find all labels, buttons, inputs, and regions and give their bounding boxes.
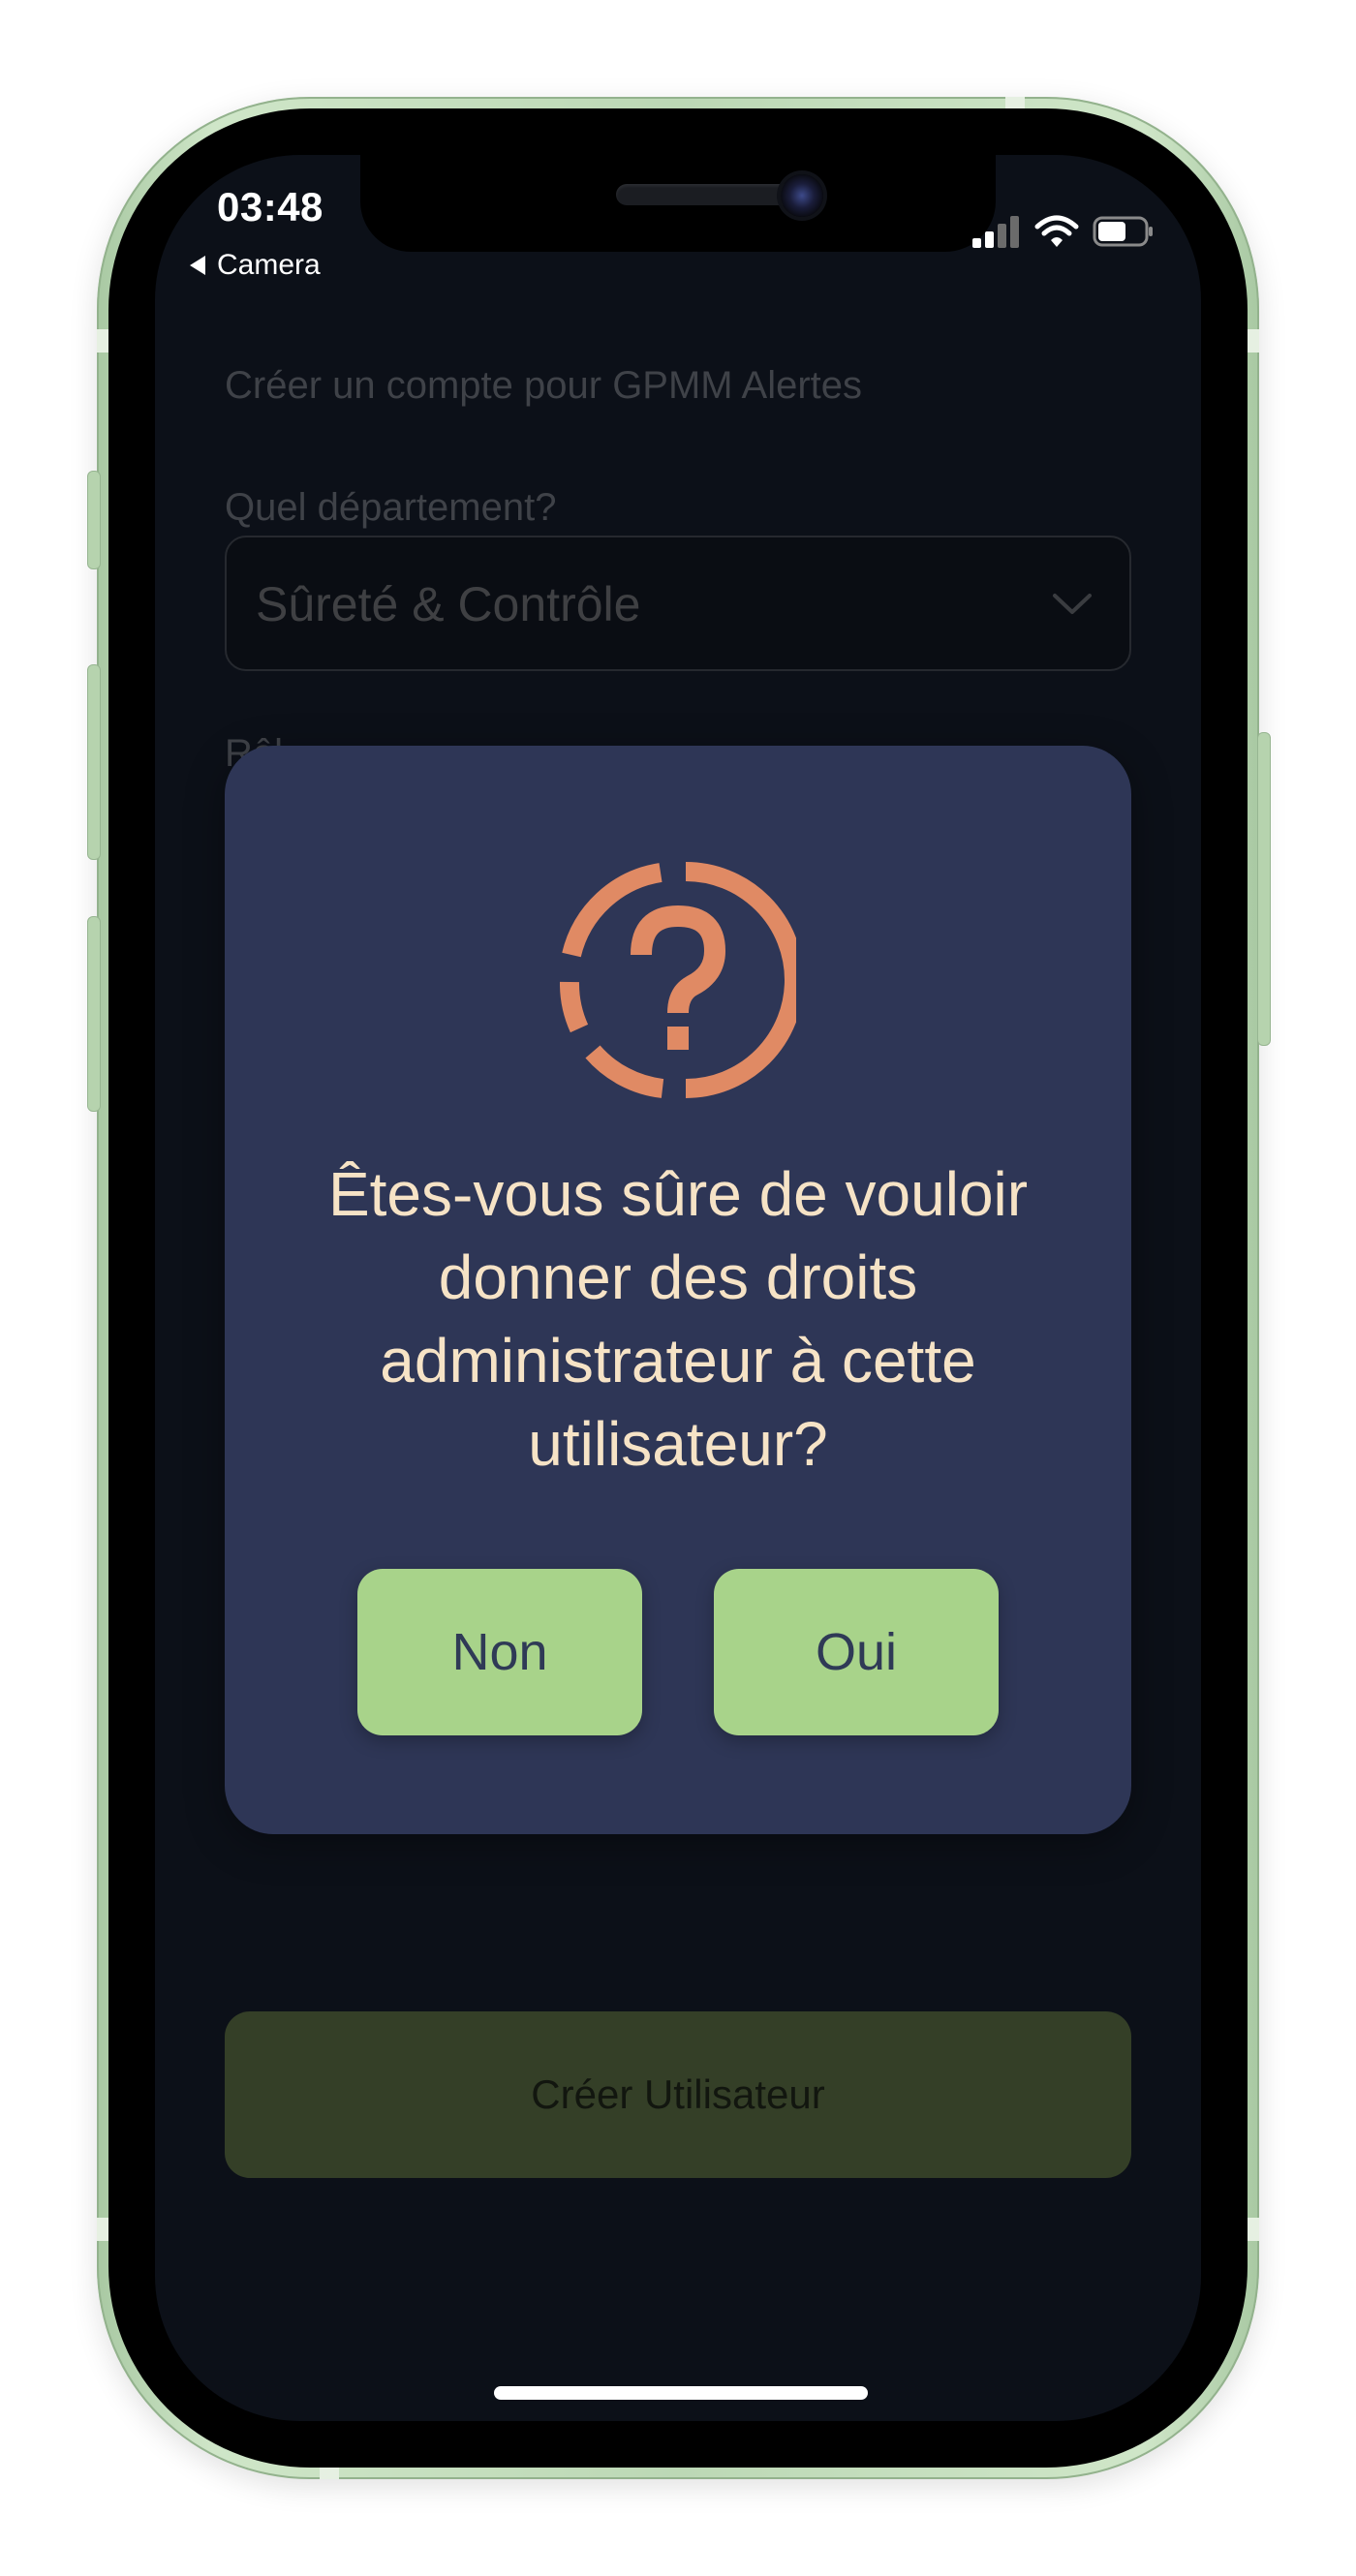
front-camera bbox=[781, 174, 823, 217]
chevron-down-icon bbox=[1052, 592, 1093, 622]
wifi-icon bbox=[1034, 215, 1079, 253]
cellular-signal-icon bbox=[971, 215, 1021, 253]
antenna-band bbox=[1248, 2218, 1259, 2241]
antenna-band bbox=[97, 329, 108, 353]
silent-switch bbox=[87, 471, 101, 569]
status-icons bbox=[971, 215, 1155, 253]
volume-down-button bbox=[87, 916, 101, 1112]
battery-icon bbox=[1093, 215, 1155, 253]
power-button bbox=[1257, 732, 1271, 1046]
department-select[interactable]: Sûreté & Contrôle bbox=[225, 536, 1131, 671]
back-arrow-icon bbox=[190, 256, 205, 275]
notch bbox=[360, 155, 996, 252]
home-indicator[interactable] bbox=[494, 2386, 868, 2400]
antenna-band bbox=[97, 2218, 108, 2241]
earpiece-speaker bbox=[616, 184, 800, 205]
stage: Créer un compte pour GPMM Alertes Quel d… bbox=[0, 0, 1356, 2576]
department-select-value: Sûreté & Contrôle bbox=[256, 577, 641, 631]
form-title: Créer un compte pour GPMM Alertes bbox=[225, 364, 863, 407]
confirmation-dialog: Êtes-vous sûre de vouloir donner des dro… bbox=[225, 746, 1131, 1834]
back-to-camera-link[interactable]: Camera bbox=[190, 249, 321, 282]
volume-up-button bbox=[87, 664, 101, 860]
phone-screen: Créer un compte pour GPMM Alertes Quel d… bbox=[155, 155, 1201, 2421]
create-user-button[interactable]: Créer Utilisateur bbox=[225, 2011, 1131, 2178]
dialog-message: Êtes-vous sûre de vouloir donner des dro… bbox=[327, 1159, 1029, 1479]
status-time: 03:48 bbox=[217, 184, 324, 230]
no-button[interactable]: Non bbox=[357, 1569, 642, 1735]
question-circle-icon bbox=[560, 862, 804, 1098]
yes-button[interactable]: Oui bbox=[714, 1569, 999, 1735]
back-to-camera-label: Camera bbox=[217, 249, 321, 281]
antenna-band bbox=[1005, 97, 1025, 108]
antenna-band bbox=[320, 2468, 339, 2479]
department-label: Quel département? bbox=[225, 486, 557, 529]
antenna-band bbox=[1248, 329, 1259, 353]
